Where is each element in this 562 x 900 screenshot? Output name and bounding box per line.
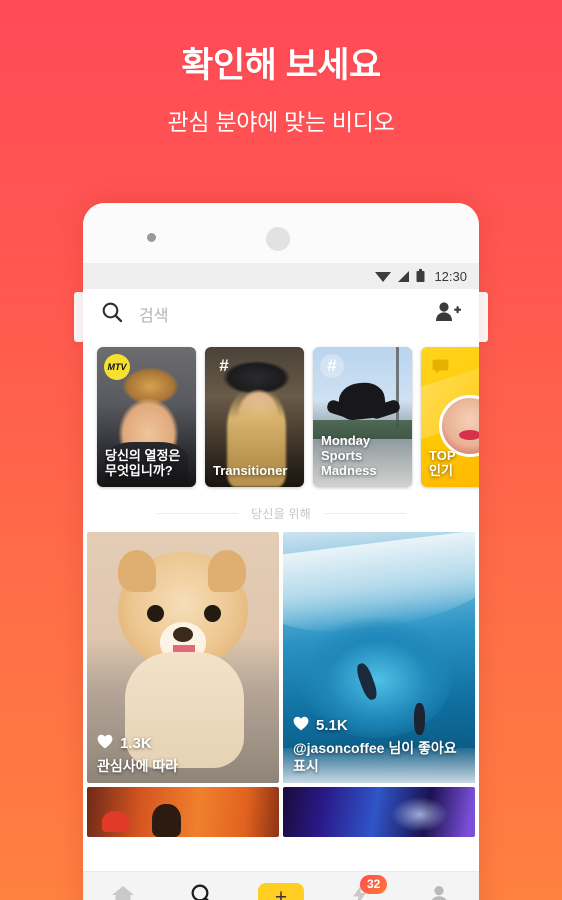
status-bar: 12:30 [83, 263, 479, 289]
signal-icon [397, 270, 410, 283]
promo-subtitle: 관심 분야에 맞는 비디오 [167, 109, 395, 136]
nav-activity[interactable]: 32 [334, 874, 388, 900]
search-icon [101, 301, 123, 328]
story-card[interactable]: TOP 인기 [421, 347, 479, 487]
story-card[interactable]: # Monday Sports Madness [313, 347, 412, 487]
feed-tile[interactable] [87, 787, 279, 837]
bottom-navigation: + 32 [83, 871, 479, 900]
battery-icon [416, 269, 425, 283]
story-label: Transitioner [213, 463, 288, 479]
nav-create[interactable]: + [255, 876, 307, 900]
like-count: 1.3K [120, 734, 152, 752]
divider-line-right [323, 513, 406, 514]
divider-label: 당신을 위해 [251, 507, 311, 521]
divider-line-left [156, 513, 239, 514]
feed-tile-meta: 5.1K @jasoncoffee 님이 좋아요 표시 [293, 716, 467, 775]
promo-header: 확인해 보세요 관심 분야에 맞는 비디오 [0, 0, 562, 137]
phone-mockup: 12:30 검색 MTV 당신의 열정은 무엇입니까? # Transition… [83, 203, 479, 900]
stories-section: MTV 당신의 열정은 무엇입니까? # Transitioner # Mond… [83, 339, 479, 501]
wifi-icon [375, 270, 392, 283]
mtv-logo-icon: MTV [104, 354, 130, 380]
story-card[interactable]: # Transitioner [205, 347, 304, 487]
story-label: 당신의 열정은 무엇입니까? [105, 448, 181, 479]
add-user-icon[interactable] [435, 301, 462, 328]
sensor-dot-icon [147, 233, 156, 242]
stories-carousel[interactable]: MTV 당신의 열정은 무엇입니까? # Transitioner # Mond… [83, 347, 479, 487]
promo-title: 확인해 보세요 [181, 46, 381, 85]
hashtag-icon: # [320, 354, 344, 378]
plus-icon: + [257, 882, 304, 900]
feed-grid: 1.3K 관심사에 따라 5.1K @jasoncoffee 님이 좋아요 표시 [83, 532, 479, 837]
feed-tile[interactable]: 1.3K 관심사에 따라 [87, 532, 279, 783]
feed-tile[interactable] [283, 787, 475, 837]
search-icon [190, 883, 214, 900]
search-input-placeholder: 검색 [139, 308, 169, 325]
heart-icon [97, 734, 113, 753]
like-count-row: 1.3K [97, 734, 271, 753]
heart-icon [293, 716, 309, 735]
nav-profile[interactable] [413, 876, 465, 900]
feed-tile-caption: 관심사에 따라 [97, 757, 179, 774]
status-time: 12:30 [434, 268, 467, 284]
nav-search[interactable] [176, 876, 228, 900]
chat-bubble-icon [428, 354, 452, 378]
app-screen: 검색 MTV 당신의 열정은 무엇입니까? # Transitioner # M… [83, 289, 479, 900]
like-count-row: 5.1K [293, 716, 467, 735]
story-label: TOP 인기 [429, 448, 456, 479]
search-bar: 검색 [83, 289, 479, 339]
like-count: 5.1K [316, 717, 348, 734]
hashtag-icon: # [219, 356, 229, 375]
home-icon [111, 884, 135, 900]
front-camera-icon [266, 227, 290, 251]
feed-tile-caption: @jasoncoffee 님이 좋아요 표시 [293, 740, 457, 774]
phone-bezel-top [83, 203, 479, 263]
feed-tile-meta: 1.3K 관심사에 따라 [97, 734, 271, 776]
for-you-divider: 당신을 위해 [83, 501, 479, 532]
search-field[interactable]: 검색 [101, 301, 435, 328]
feed-tile[interactable]: 5.1K @jasoncoffee 님이 좋아요 표시 [283, 532, 475, 783]
story-label: Monday Sports Madness [321, 433, 377, 479]
nav-home[interactable] [97, 876, 149, 900]
story-card[interactable]: MTV 당신의 열정은 무엇입니까? [97, 347, 196, 487]
activity-badge: 32 [360, 874, 388, 894]
person-icon [428, 884, 450, 900]
